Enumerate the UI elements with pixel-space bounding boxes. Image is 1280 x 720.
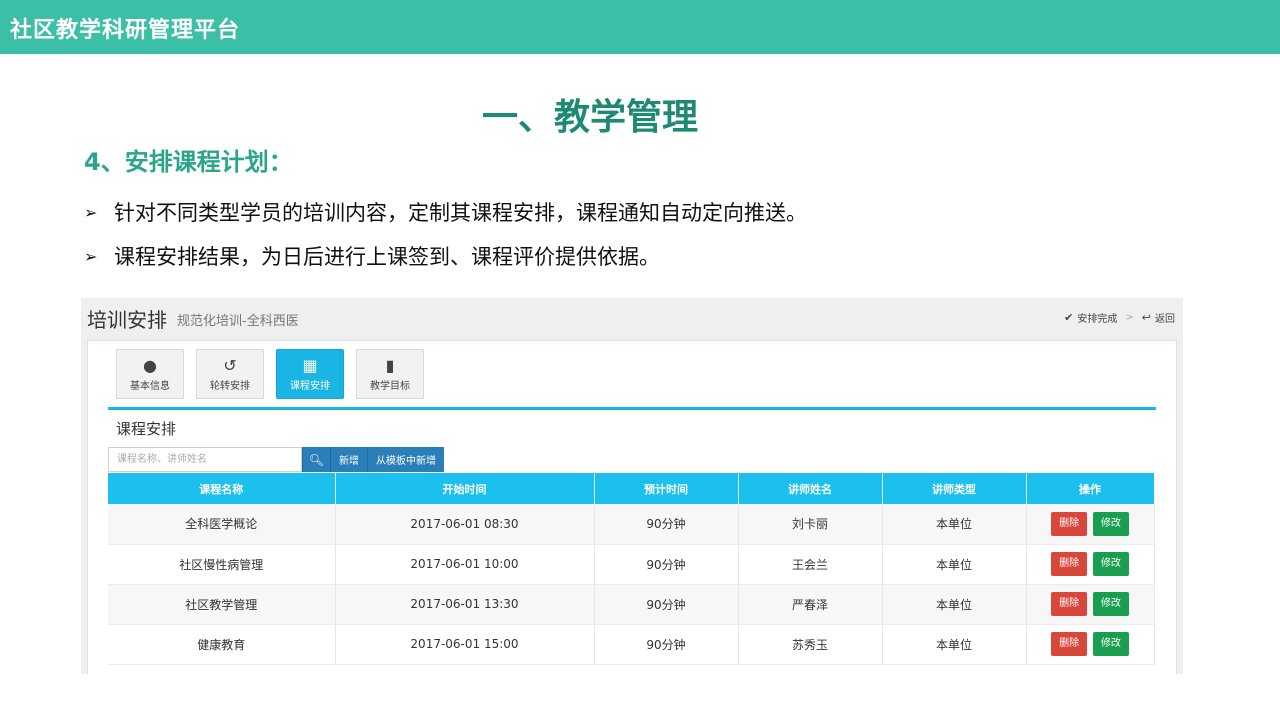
duration-cell: 90分钟 [594,504,739,545]
teacher-type-cell: 本单位 [882,544,1027,585]
page-title: 培训安排 [87,308,167,332]
tab-course-schedule[interactable]: ▦ 课程安排 [276,349,344,399]
arrange-done-link[interactable]: 安排完成 [1077,310,1117,325]
teacher-type-cell: 本单位 [882,624,1027,665]
book-icon: ▮ [385,355,395,375]
teacher-name-cell: 严春泽 [738,584,883,625]
header-actions: ✔ 安排完成 > ↩ 返回 [1064,310,1175,325]
page-subtitle: 规范化培训-全科西医 [177,314,299,329]
app-screenshot: 培训安排 规范化培训-全科西医 ✔ 安排完成 > ↩ 返回 ● 基本信息 ↺ 轮… [81,298,1183,674]
search-toolbar: 🔍︎ 新增 从模板中新增 [108,447,444,472]
course-name-cell: 社区教学管理 [108,584,336,625]
course-name-cell: 社区慢性病管理 [108,544,336,585]
table-row: 全科医学概论 2017-06-01 08:30 90分钟 刘卡丽 本单位 删除 … [108,504,1155,545]
actions-cell: 删除 修改 [1026,624,1155,665]
top-banner: 社区教学科研管理平台 [0,0,1280,54]
course-name-cell: 健康教育 [108,624,336,665]
bullet-item: ➢ 课程安排结果，为日后进行上课签到、课程评价提供依据。 [84,240,807,284]
search-icon: 🔍︎ [308,452,325,467]
column-header[interactable]: 预计时间 [594,473,739,504]
course-table: 课程名称 开始时间 预计时间 讲师姓名 讲师类型 操作 全科医学概论 2017-… [108,473,1155,665]
start-time-cell: 2017-06-01 08:30 [335,504,595,545]
edit-button[interactable]: 修改 [1092,632,1129,656]
panel-title: 课程安排 [116,420,177,438]
content-card: ● 基本信息 ↺ 轮转安排 ▦ 课程安排 ▮ 教学目标 课程安排 🔍︎ [87,340,1177,674]
search-button[interactable]: 🔍︎ [302,447,330,472]
back-link[interactable]: 返回 [1155,310,1175,325]
delete-button[interactable]: 删除 [1051,632,1088,656]
arrow-bullet-icon: ➢ [84,203,98,222]
table-header-row: 课程名称 开始时间 预计时间 讲师姓名 讲师类型 操作 [108,473,1155,504]
tab-label: 基本信息 [130,380,170,392]
duration-cell: 90分钟 [594,544,739,585]
bullet-text: 针对不同类型学员的培训内容，定制其课程安排，课程通知自动定向推送。 [114,201,807,225]
arrow-bullet-icon: ➢ [84,247,98,266]
add-from-template-button[interactable]: 从模板中新增 [367,447,444,472]
tab-teaching-goals[interactable]: ▮ 教学目标 [356,349,424,399]
section-title: 4、安排课程计划： [84,148,293,176]
table-row: 健康教育 2017-06-01 15:00 90分钟 苏秀玉 本单位 删除 修改 [108,624,1155,665]
delete-button[interactable]: 删除 [1051,511,1088,536]
search-input[interactable] [108,447,302,472]
bullet-text: 课程安排结果，为日后进行上课签到、课程评价提供依据。 [114,245,660,269]
teacher-type-cell: 本单位 [882,584,1027,625]
edit-button[interactable]: 修改 [1092,592,1129,616]
check-icon: ✔ [1064,311,1074,324]
duration-cell: 90分钟 [594,584,739,625]
column-header[interactable]: 课程名称 [108,473,336,504]
delete-button[interactable]: 删除 [1051,592,1088,616]
user-icon: ● [143,355,157,375]
history-icon: ↺ [223,355,237,375]
column-header: 操作 [1026,473,1155,504]
column-header[interactable]: 讲师类型 [882,473,1027,504]
start-time-cell: 2017-06-01 10:00 [335,544,595,585]
tab-label: 教学目标 [370,380,410,392]
tab-bar: ● 基本信息 ↺ 轮转安排 ▦ 课程安排 ▮ 教学目标 [116,349,424,399]
building-icon: ▦ [302,355,318,375]
reply-icon: ↩ [1141,311,1151,324]
tab-label: 轮转安排 [210,380,250,392]
teacher-type-cell: 本单位 [882,504,1027,545]
column-header[interactable]: 开始时间 [335,473,595,504]
duration-cell: 90分钟 [594,624,739,665]
table-row: 社区慢性病管理 2017-06-01 10:00 90分钟 王会兰 本单位 删除… [108,544,1155,585]
start-time-cell: 2017-06-01 15:00 [335,624,595,665]
breadcrumb-separator: > [1125,312,1134,323]
actions-cell: 删除 修改 [1026,584,1155,625]
course-name-cell: 全科医学概论 [108,504,336,545]
tab-basic-info[interactable]: ● 基本信息 [116,349,184,399]
edit-button[interactable]: 修改 [1092,552,1129,576]
bullet-item: ➢ 针对不同类型学员的培训内容，定制其课程安排，课程通知自动定向推送。 [84,196,807,240]
column-header[interactable]: 讲师姓名 [738,473,883,504]
table-row: 社区教学管理 2017-06-01 13:30 90分钟 严春泽 本单位 删除 … [108,584,1155,625]
start-time-cell: 2017-06-01 13:30 [335,584,595,625]
course-panel: 课程安排 🔍︎ 新增 从模板中新增 课程名称 开始时间 预计时间 [108,407,1156,665]
edit-button[interactable]: 修改 [1092,511,1129,536]
platform-title: 社区教学科研管理平台 [10,18,241,43]
add-button[interactable]: 新增 [330,447,367,472]
bullet-list: ➢ 针对不同类型学员的培训内容，定制其课程安排，课程通知自动定向推送。 ➢ 课程… [84,196,807,284]
teacher-name-cell: 王会兰 [738,544,883,585]
teacher-name-cell: 苏秀玉 [738,624,883,665]
actions-cell: 删除 修改 [1026,504,1155,545]
tab-label: 课程安排 [290,380,330,392]
actions-cell: 删除 修改 [1026,544,1155,585]
app-header: 培训安排 规范化培训-全科西医 ✔ 安排完成 > ↩ 返回 [81,298,1183,338]
teacher-name-cell: 刘卡丽 [738,504,883,545]
delete-button[interactable]: 删除 [1051,552,1088,576]
tab-rotation[interactable]: ↺ 轮转安排 [196,349,264,399]
slide-heading: 一、教学管理 [481,97,698,138]
